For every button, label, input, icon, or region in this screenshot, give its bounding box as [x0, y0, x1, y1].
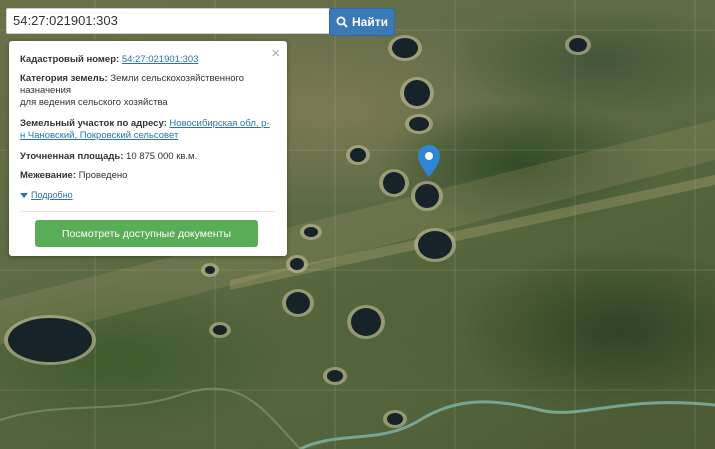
lake — [409, 117, 429, 131]
area-value: 10 875 000 кв.м. — [126, 151, 198, 162]
address-link-1[interactable]: Новосибирская обл, р- — [169, 118, 269, 129]
area-label: Уточненная площадь: — [20, 151, 124, 162]
details-toggle[interactable]: Подробно — [20, 190, 73, 200]
lake — [392, 38, 418, 58]
search-input[interactable] — [6, 8, 330, 34]
lake — [290, 258, 304, 270]
parcel-info-popup: × Кадастровый номер: 54:27:021901:303 Ка… — [9, 41, 287, 256]
survey-value: Проведено — [78, 170, 128, 181]
address-row: Земельный участок по адресу: Новосибирск… — [20, 118, 275, 142]
search-icon — [336, 16, 348, 28]
lake — [8, 318, 92, 362]
cadastral-label: Кадастровый номер: — [20, 54, 120, 65]
address-label: Земельный участок по адресу: — [20, 118, 167, 129]
lake — [387, 413, 403, 425]
category-value-2: назначения — [20, 85, 72, 96]
address-link-2[interactable]: н Чановский, Покровский сельсовет — [20, 130, 178, 141]
view-documents-button[interactable]: Посмотреть доступные документы — [35, 220, 258, 247]
triangle-down-icon — [20, 192, 28, 198]
lake — [286, 292, 310, 314]
category-row: Категория земель: Земли сельскохозяйстве… — [20, 73, 275, 109]
lake — [383, 172, 405, 194]
category-value-1: Земли сельскохозяйственного — [110, 73, 245, 84]
lake — [569, 38, 587, 52]
lake — [327, 370, 343, 382]
survey-row: Межевание: Проведено — [20, 170, 275, 182]
details-link[interactable]: Подробно — [31, 190, 73, 200]
lake — [404, 80, 430, 106]
survey-label: Межевание: — [20, 170, 76, 181]
lake — [205, 266, 215, 274]
search-button[interactable]: Найти — [329, 8, 395, 36]
cadastral-row: Кадастровый номер: 54:27:021901:303 — [20, 54, 275, 66]
area-row: Уточненная площадь: 10 875 000 кв.м. — [20, 151, 275, 163]
search-button-label: Найти — [352, 15, 388, 29]
divider — [20, 211, 275, 212]
lake — [350, 148, 366, 162]
category-label: Категория земель: — [20, 73, 108, 84]
lake — [415, 184, 439, 208]
lake — [213, 325, 227, 335]
lake — [304, 227, 318, 237]
lake — [351, 308, 381, 336]
category-value-3: для ведения сельского хозяйства — [20, 97, 168, 108]
lake — [418, 231, 452, 259]
cadastral-link[interactable]: 54:27:021901:303 — [122, 54, 199, 65]
